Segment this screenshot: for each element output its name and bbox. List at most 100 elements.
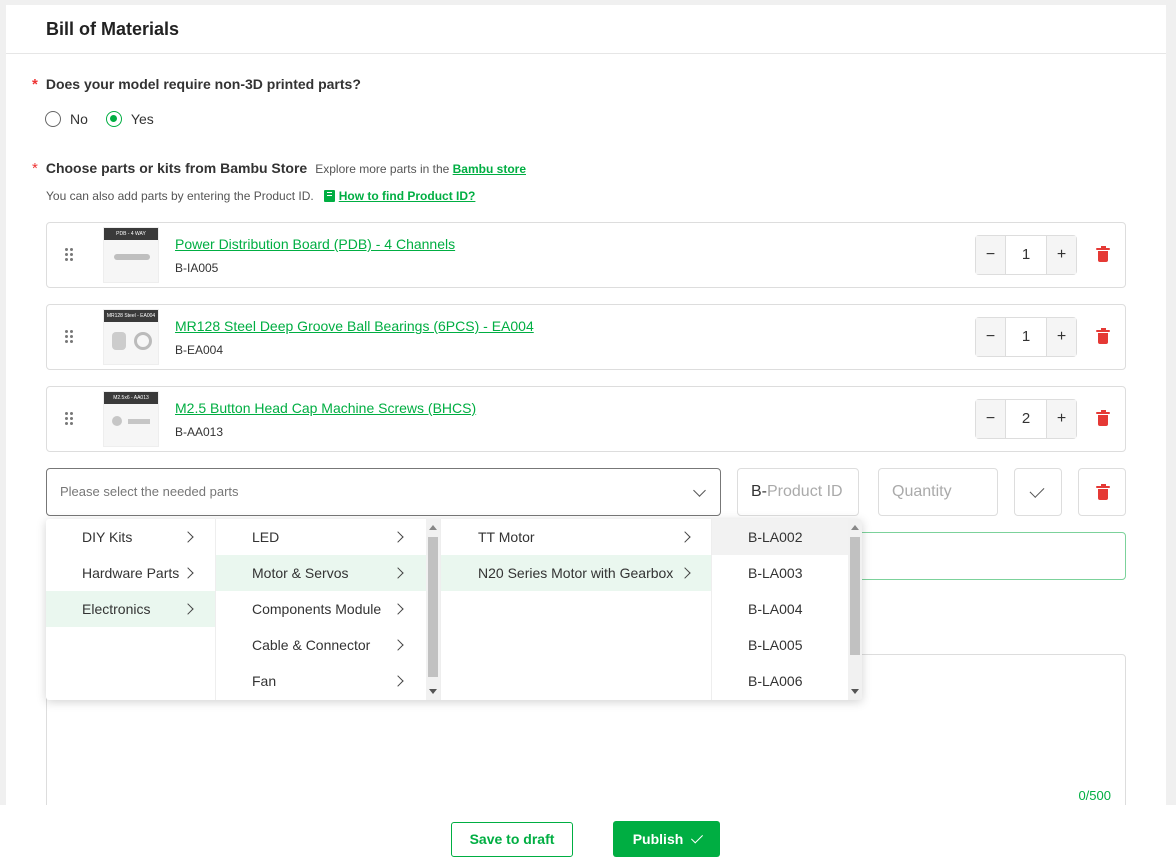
item-label: B-LA004	[748, 601, 803, 617]
item-label: Cable & Connector	[252, 637, 371, 653]
trash-icon	[1096, 484, 1110, 500]
cascade-item-sku[interactable]: B-LA005	[712, 627, 862, 663]
confirm-button[interactable]	[1014, 468, 1062, 516]
cascade-item-sku[interactable]: B-LA004	[712, 591, 862, 627]
cascade-item-components-module[interactable]: Components Module	[216, 591, 440, 627]
chevron-right-icon	[392, 639, 404, 651]
increment-button[interactable]: +	[1046, 400, 1076, 438]
part-row: MR128 Steel - EA004 MR128 Steel Deep Gro…	[46, 304, 1126, 370]
chevron-right-icon	[182, 603, 194, 615]
quantity-stepper: − 1 +	[975, 317, 1077, 357]
cascade-column-4: B-LA002 B-LA003 B-LA004 B-LA005 B-LA006	[712, 519, 862, 700]
decrement-button[interactable]: −	[976, 400, 1006, 438]
cascade-item-motor-servos[interactable]: Motor & Servos	[216, 555, 427, 591]
item-label: TT Motor	[478, 529, 535, 545]
chevron-right-icon	[679, 531, 691, 543]
explore-label: Explore more parts in the	[315, 162, 450, 176]
item-label: B-LA002	[748, 529, 803, 545]
select-placeholder: Please select the needed parts	[60, 484, 239, 499]
delete-button[interactable]	[1078, 468, 1126, 516]
publish-button[interactable]: Publish	[613, 821, 720, 857]
quantity-value[interactable]: 2	[1006, 400, 1046, 438]
book-icon	[323, 190, 335, 202]
decrement-button[interactable]: −	[976, 318, 1006, 356]
part-name-link[interactable]: Power Distribution Board (PDB) - 4 Chann…	[175, 236, 455, 252]
item-label: Electronics	[82, 601, 151, 617]
scroll-down-icon[interactable]	[429, 689, 437, 694]
increment-button[interactable]: +	[1046, 318, 1076, 356]
trash-icon[interactable]	[1096, 410, 1110, 426]
question-text: Choose parts or kits from Bambu Store	[45, 160, 308, 176]
cascade-item-fan[interactable]: Fan	[216, 663, 440, 699]
cascade-item-diy-kits[interactable]: DIY Kits	[46, 519, 215, 555]
cascade-item-n20-motor[interactable]: N20 Series Motor with Gearbox	[441, 555, 711, 591]
radio-label-no: No	[70, 111, 88, 127]
bambu-store-link[interactable]: Bambu store	[453, 162, 526, 176]
product-id-input[interactable]: B-Product ID	[737, 468, 859, 516]
item-label: B-LA005	[748, 637, 803, 653]
quantity-value[interactable]: 1	[1006, 236, 1046, 274]
highlighted-field[interactable]	[846, 532, 1126, 580]
chevron-right-icon	[679, 567, 691, 579]
item-label: Fan	[252, 673, 277, 689]
quantity-input[interactable]: Quantity	[878, 468, 998, 516]
scroll-down-icon[interactable]	[851, 689, 859, 694]
radio-no[interactable]: No	[45, 111, 88, 127]
drag-handle-icon[interactable]	[65, 248, 74, 262]
scroll-up-icon[interactable]	[851, 525, 859, 530]
radio-circle-yes[interactable]	[105, 111, 122, 127]
cascade-item-hardware-parts[interactable]: Hardware Parts	[46, 555, 215, 591]
required-mark: *	[32, 76, 38, 93]
part-name-link[interactable]: M2.5 Button Head Cap Machine Screws (BHC…	[175, 400, 476, 416]
part-thumbnail: MR128 Steel - EA004	[103, 309, 159, 365]
cascade-column-3: TT Motor N20 Series Motor with Gearbox	[441, 519, 712, 700]
quantity-stepper: − 2 +	[975, 399, 1077, 439]
chevron-right-icon	[392, 531, 404, 543]
parts-select[interactable]: Please select the needed parts	[46, 468, 721, 516]
save-draft-button[interactable]: Save to draft	[451, 822, 573, 857]
trash-icon[interactable]	[1096, 328, 1110, 344]
cascade-item-cable-connector[interactable]: Cable & Connector	[216, 627, 440, 663]
publish-label: Publish	[632, 831, 684, 847]
quantity-value[interactable]: 1	[1006, 318, 1046, 356]
radio-group: No Yes	[45, 111, 172, 127]
quantity-stepper: − 1 +	[975, 235, 1077, 275]
trash-icon[interactable]	[1096, 246, 1110, 262]
cascade-item-sku[interactable]: B-LA006	[712, 663, 862, 699]
cascade-item-led[interactable]: LED	[216, 519, 440, 555]
char-counter: 0/500	[1078, 788, 1111, 803]
scroll-thumb[interactable]	[428, 537, 438, 677]
card-header: Bill of Materials	[6, 5, 1166, 54]
footer-bar: Save to draft Publish	[0, 805, 1176, 867]
part-name-link[interactable]: MR128 Steel Deep Groove Ball Bearings (6…	[175, 318, 534, 334]
required-mark: *	[32, 160, 38, 177]
chevron-right-icon	[392, 603, 404, 615]
decrement-button[interactable]: −	[976, 236, 1006, 274]
item-label: DIY Kits	[82, 529, 133, 545]
product-id-prefix: B-	[751, 483, 767, 500]
cascade-item-sku[interactable]: B-LA003	[712, 555, 862, 591]
thumb-label: MR128 Steel - EA004	[104, 310, 158, 322]
scroll-thumb[interactable]	[850, 537, 860, 655]
item-label: Motor & Servos	[252, 565, 349, 581]
drag-handle-icon[interactable]	[65, 412, 74, 426]
cascade-item-electronics[interactable]: Electronics	[46, 591, 215, 627]
radio-circle-no[interactable]	[45, 111, 61, 127]
part-thumbnail: PDB - 4 WAY	[103, 227, 159, 283]
check-icon	[691, 830, 704, 844]
how-to-find-id-link[interactable]: How to find Product ID?	[339, 189, 476, 203]
cascade-item-tt-motor[interactable]: TT Motor	[441, 519, 711, 555]
part-row: PDB - 4 WAY Power Distribution Board (PD…	[46, 222, 1126, 288]
radio-yes[interactable]: Yes	[105, 111, 154, 127]
thumb-label: PDB - 4 WAY	[104, 228, 158, 240]
hint-text: You can also add parts by entering the P…	[46, 189, 314, 203]
increment-button[interactable]: +	[1046, 236, 1076, 274]
scrollbar[interactable]	[426, 519, 440, 700]
scrollbar[interactable]	[848, 519, 862, 700]
category-cascade: DIY Kits Hardware Parts Electronics LED …	[46, 519, 862, 700]
chevron-right-icon	[392, 567, 404, 579]
check-icon	[1029, 483, 1045, 498]
cascade-item-sku[interactable]: B-LA002	[712, 519, 848, 555]
drag-handle-icon[interactable]	[65, 330, 74, 344]
scroll-up-icon[interactable]	[429, 525, 437, 530]
